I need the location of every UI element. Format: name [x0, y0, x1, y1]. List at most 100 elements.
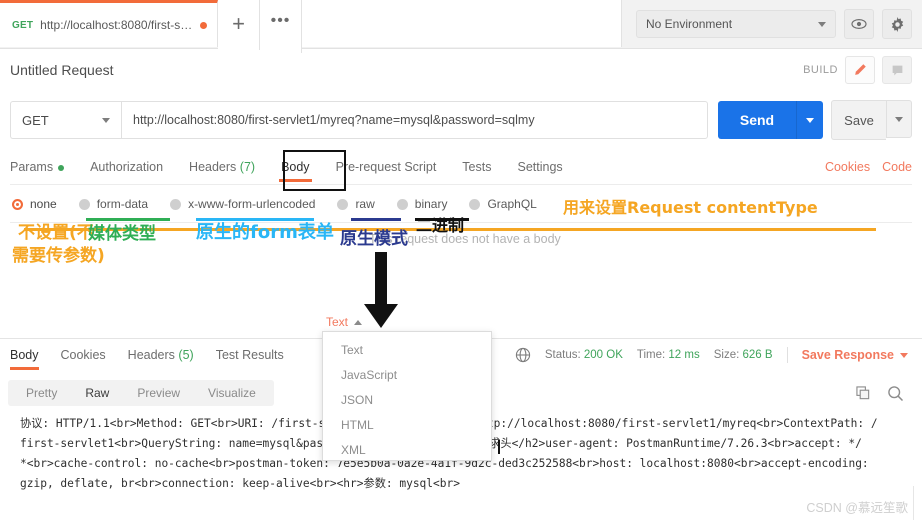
annotation-orange-rule: [24, 228, 876, 231]
body-type-form-data-label: form-data: [96, 197, 149, 211]
body-text-type-label: Text: [326, 315, 349, 329]
radio-icon: [469, 198, 481, 210]
response-tab-cookies[interactable]: Cookies: [61, 348, 106, 362]
tab-authorization[interactable]: Authorization: [90, 160, 163, 174]
response-view-actions: [856, 385, 914, 402]
copy-icon[interactable]: [856, 385, 871, 401]
dropdown-option-xml[interactable]: XML: [323, 438, 491, 463]
radio-icon: [78, 198, 90, 210]
http-method-selector[interactable]: GET: [10, 101, 121, 139]
postman-window: GET http://localhost:8080/first-servl...…: [0, 0, 922, 524]
body-type-urlencoded-label: x-www-form-urlencoded: [188, 197, 316, 211]
settings-button[interactable]: [882, 9, 912, 39]
body-type-graphql[interactable]: GraphQL: [469, 197, 537, 211]
response-tab-headers-badge: (5): [178, 348, 194, 362]
dropdown-option-javascript[interactable]: JavaScript: [323, 363, 491, 388]
environment-quick-look-button[interactable]: [844, 9, 874, 39]
body-type-binary-label: binary: [414, 197, 448, 211]
size-value: 626 B: [742, 349, 773, 361]
status-item: Status: 200 OK: [545, 349, 623, 361]
status-label: Status:: [544, 349, 581, 361]
response-tab-headers[interactable]: Headers (5): [128, 348, 194, 362]
save-response-button[interactable]: Save Response: [802, 348, 908, 362]
size-item: Size: 626 B: [714, 349, 773, 361]
http-method-label: GET: [22, 112, 49, 128]
new-tab-button[interactable]: +: [218, 0, 260, 50]
annotation-underline-urlencoded: [196, 218, 314, 221]
annotation-underline-raw: [351, 218, 401, 221]
url-bar: GET http://localhost:8080/first-servlet1…: [0, 100, 922, 140]
body-text-type-dropdown[interactable]: Text JavaScript JSON HTML XML: [322, 331, 492, 461]
tab-params-label: Params: [10, 160, 54, 174]
radio-icon: [170, 198, 182, 210]
tab-headers[interactable]: Headers (7): [189, 160, 255, 174]
response-meta: Status: 200 OK Time: 12 ms Size: 626 B S…: [515, 347, 912, 363]
request-title-actions: BUILD: [803, 56, 922, 84]
chevron-down-icon: [806, 117, 814, 123]
view-tab-raw[interactable]: Raw: [71, 386, 123, 400]
eye-icon: [851, 18, 867, 30]
url-input[interactable]: http://localhost:8080/first-servlet1/myr…: [121, 101, 708, 139]
page-title: Untitled Request: [10, 62, 114, 78]
cookies-link[interactable]: Cookies: [825, 160, 870, 174]
status-badge: 200 OK: [583, 349, 623, 361]
tab-settings[interactable]: Settings: [517, 160, 562, 174]
tab-headers-label: Headers: [189, 160, 237, 174]
response-tab-body[interactable]: Body: [10, 348, 39, 370]
watermark: CSDN @慕远笙歌: [806, 501, 908, 515]
chevron-up-icon: [354, 319, 363, 325]
chevron-down-icon: [102, 117, 110, 123]
response-tab-test-results[interactable]: Test Results: [216, 348, 284, 362]
comment-icon: [892, 65, 902, 75]
annotation-underline-binary: [415, 218, 469, 221]
params-dot-icon: [58, 164, 65, 171]
radio-icon: [337, 198, 349, 210]
code-link[interactable]: Code: [882, 160, 912, 174]
edit-request-button[interactable]: [845, 56, 875, 84]
environment-label: No Environment: [646, 17, 733, 31]
body-type-graphql-label: GraphQL: [487, 197, 537, 211]
watermark-divider: [913, 486, 914, 520]
view-tab-visualize[interactable]: Visualize: [194, 386, 270, 400]
view-tab-preview[interactable]: Preview: [123, 386, 194, 400]
response-tab-headers-label: Headers: [127, 348, 175, 362]
tab-pre-request-script[interactable]: Pre-request Script: [336, 160, 437, 174]
tab-tests[interactable]: Tests: [462, 160, 491, 174]
body-type-raw[interactable]: raw: [337, 197, 375, 211]
response-view-tabs: Pretty Raw Preview Visualize: [8, 380, 274, 406]
gear-icon: [891, 16, 903, 32]
save-options-button[interactable]: [886, 100, 912, 138]
view-tab-pretty[interactable]: Pretty: [12, 386, 71, 400]
time-item: Time: 12 ms: [637, 349, 700, 361]
time-value: 12 ms: [668, 349, 700, 361]
pencil-icon: [855, 64, 866, 75]
globe-icon[interactable]: [515, 347, 531, 363]
body-type-urlencoded[interactable]: x-www-form-urlencoded: [170, 197, 315, 211]
comments-button[interactable]: [882, 56, 912, 84]
time-label: Time:: [636, 349, 666, 361]
send-options-button[interactable]: [796, 101, 823, 139]
dropdown-option-text[interactable]: Text: [323, 338, 491, 363]
tab-params[interactable]: Params: [10, 160, 65, 174]
annotation-down-arrow-icon: [364, 252, 398, 328]
body-type-none[interactable]: none: [12, 197, 57, 211]
chevron-down-icon: [895, 116, 903, 122]
request-tab-method: GET: [12, 19, 34, 31]
save-response-label: Save Response: [801, 348, 894, 362]
body-type-binary[interactable]: binary: [396, 197, 448, 211]
request-title-row: Untitled Request BUILD: [0, 48, 922, 92]
radio-icon: [12, 198, 23, 210]
request-tab[interactable]: GET http://localhost:8080/first-servl...: [0, 0, 218, 47]
tab-options-button[interactable]: •••: [260, 0, 302, 53]
send-button[interactable]: Send: [718, 101, 796, 139]
environment-selector[interactable]: No Environment: [636, 10, 836, 38]
search-icon[interactable]: [887, 385, 904, 402]
dropdown-option-html[interactable]: HTML: [323, 413, 491, 438]
dropdown-option-json[interactable]: JSON: [323, 388, 491, 413]
unsaved-dot-icon: [200, 21, 207, 29]
body-type-form-data[interactable]: form-data: [78, 197, 149, 211]
build-label: BUILD: [803, 64, 838, 76]
body-text-type-selector[interactable]: Text: [326, 315, 363, 329]
save-button[interactable]: Save: [831, 100, 886, 140]
environment-area: No Environment: [622, 0, 922, 48]
